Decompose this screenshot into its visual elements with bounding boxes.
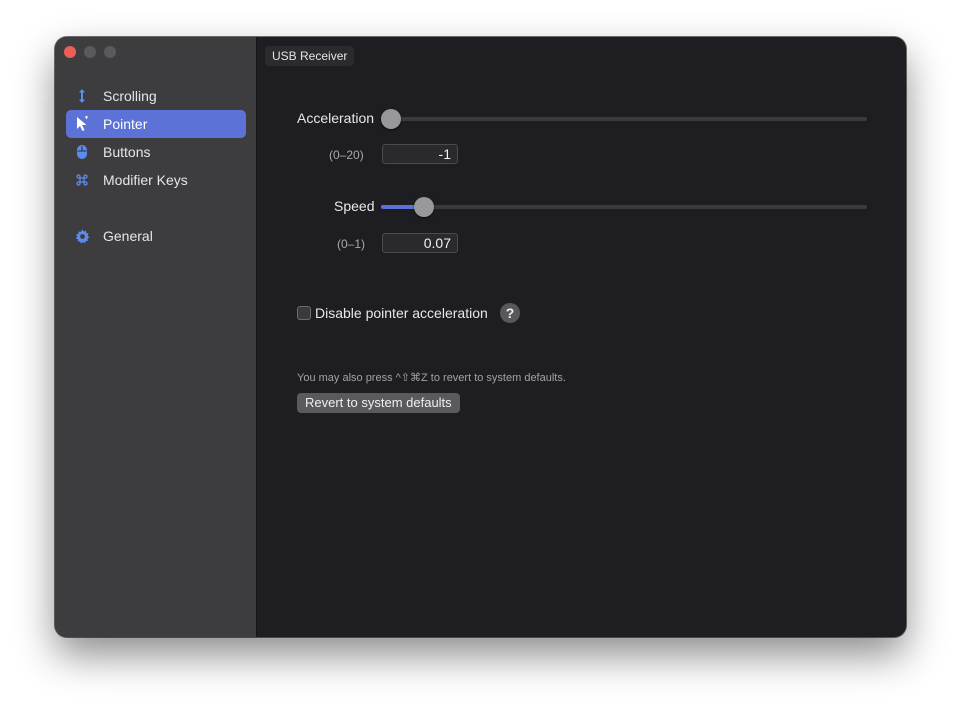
slider-knob[interactable] bbox=[413, 197, 434, 217]
sidebar-item-label: Modifier Keys bbox=[103, 172, 188, 188]
revert-hint-text: You may also press ^⇧⌘Z to revert to sys… bbox=[297, 372, 566, 384]
sidebar-item-label: Scrolling bbox=[103, 88, 157, 104]
acceleration-value-field[interactable]: -1 bbox=[382, 144, 458, 164]
minimize-window-button[interactable] bbox=[84, 46, 96, 58]
sidebar-item-modifier-keys[interactable]: Modifier Keys bbox=[66, 166, 246, 194]
device-tab-usb-receiver[interactable]: USB Receiver bbox=[265, 46, 355, 66]
acceleration-slider[interactable] bbox=[381, 109, 867, 129]
main-pane: USB Receiver Acceleration (0–20) -1 Spee… bbox=[257, 37, 906, 637]
speed-label: Speed bbox=[334, 198, 375, 214]
sidebar: Scrolling Pointer Buttons Modifier Keys bbox=[55, 37, 257, 637]
gear-icon bbox=[74, 228, 90, 244]
slider-track bbox=[381, 117, 867, 121]
sidebar-item-scrolling[interactable]: Scrolling bbox=[66, 82, 246, 110]
command-key-icon bbox=[74, 172, 90, 188]
sidebar-item-label: Pointer bbox=[103, 116, 148, 132]
disable-acceleration-label[interactable]: Disable pointer acceleration bbox=[315, 305, 488, 321]
app-window: Scrolling Pointer Buttons Modifier Keys bbox=[55, 37, 906, 637]
sidebar-item-general[interactable]: General bbox=[66, 222, 246, 250]
speed-slider[interactable] bbox=[381, 197, 867, 217]
speed-range-label: (0–1) bbox=[337, 237, 366, 251]
scroll-arrows-icon bbox=[74, 88, 90, 104]
close-window-button[interactable] bbox=[64, 46, 76, 58]
sidebar-item-pointer[interactable]: Pointer bbox=[66, 110, 246, 138]
slider-knob[interactable] bbox=[381, 109, 401, 129]
sidebar-item-label: General bbox=[103, 228, 153, 244]
speed-value-field[interactable]: 0.07 bbox=[382, 233, 458, 253]
zoom-window-button[interactable] bbox=[104, 46, 116, 58]
acceleration-label: Acceleration bbox=[297, 110, 375, 126]
slider-track bbox=[381, 205, 867, 209]
revert-to-defaults-button[interactable]: Revert to system defaults bbox=[297, 393, 460, 413]
sidebar-item-buttons[interactable]: Buttons bbox=[66, 138, 246, 166]
help-button[interactable]: ? bbox=[500, 303, 520, 323]
sidebar-item-label: Buttons bbox=[103, 144, 151, 160]
acceleration-range-label: (0–20) bbox=[329, 148, 364, 162]
window-controls bbox=[64, 46, 116, 58]
pointer-icon bbox=[74, 116, 90, 132]
disable-acceleration-checkbox[interactable] bbox=[297, 306, 311, 320]
mouse-icon bbox=[74, 144, 90, 160]
